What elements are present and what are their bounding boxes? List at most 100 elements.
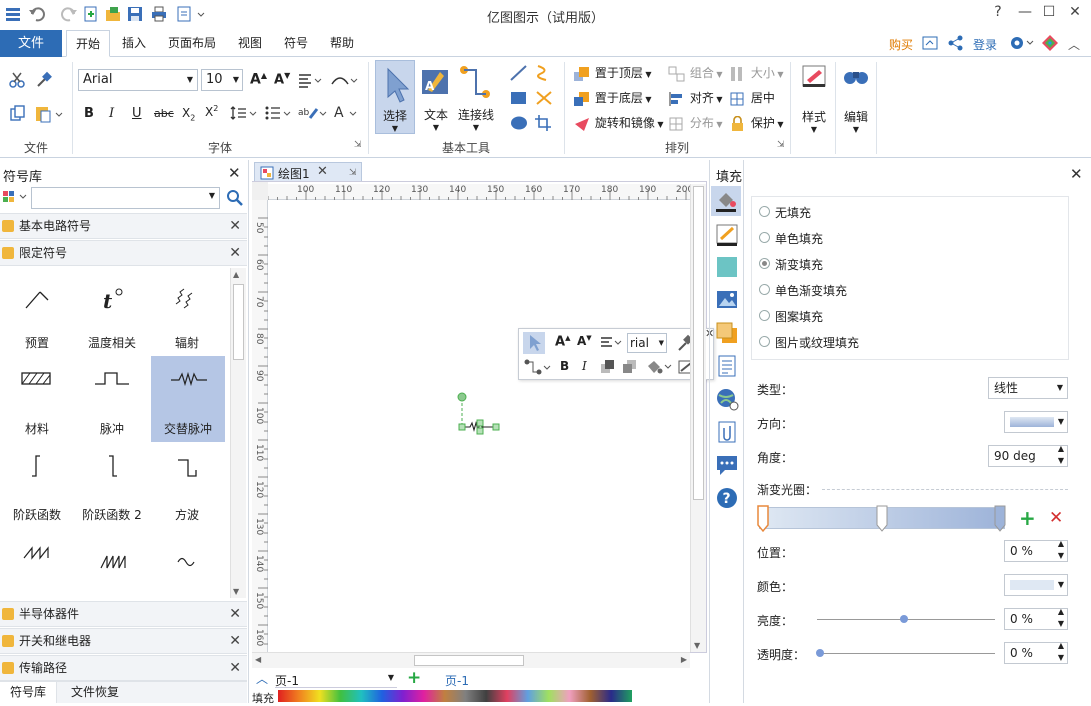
spinner-arrows-icon[interactable]: ▲ ▼ bbox=[1058, 640, 1064, 664]
minimize-button[interactable]: — bbox=[1012, 4, 1038, 24]
distribute-button[interactable]: 分布 ▼ bbox=[668, 114, 723, 132]
mini-bring-front-icon[interactable] bbox=[600, 359, 618, 375]
mini-increase-font-icon[interactable]: A▲ bbox=[555, 334, 570, 349]
rotate-mirror-button[interactable]: 旋转和镜像 ▼ bbox=[573, 114, 664, 132]
position-spinner[interactable]: 0 % ▲ ▼ bbox=[1004, 538, 1068, 562]
help-icon[interactable]: ? bbox=[715, 486, 739, 510]
align-button[interactable]: 对齐 ▼ bbox=[668, 89, 723, 107]
add-gradient-stop-icon[interactable]: + bbox=[1019, 508, 1036, 528]
scrollbar-thumb[interactable] bbox=[233, 284, 244, 360]
collapse-ribbon-icon[interactable]: ︿ bbox=[1068, 36, 1080, 53]
mini-fill-bucket-icon[interactable] bbox=[645, 359, 675, 375]
scroll-right-arrow-icon[interactable]: ▶ bbox=[681, 655, 687, 664]
page-select[interactable]: 页-1 ▼ bbox=[275, 672, 397, 688]
text-highlight-icon[interactable]: ab bbox=[298, 104, 328, 122]
maximize-button[interactable]: ☐ bbox=[1036, 4, 1062, 24]
symbol-radiation[interactable]: 辐射 bbox=[150, 270, 224, 356]
document-tab[interactable]: 绘图1 ✕ bbox=[254, 162, 362, 183]
symbol-alternating-pulse[interactable]: 交替脉冲 bbox=[151, 356, 225, 442]
transparency-spinner[interactable]: 0 % ▲ ▼ bbox=[1004, 640, 1068, 664]
radio-button-selected[interactable] bbox=[759, 258, 770, 269]
radio-button[interactable] bbox=[759, 310, 770, 321]
selected-alternating-pulse-shape[interactable] bbox=[455, 390, 505, 440]
line-height-icon[interactable] bbox=[230, 105, 260, 121]
close-panel-icon[interactable]: ✕ bbox=[228, 164, 241, 182]
connector-tool-button[interactable]: 连接线 ▼ bbox=[456, 60, 496, 134]
scrollbar-thumb[interactable] bbox=[693, 186, 704, 500]
tab-view[interactable]: 视图 bbox=[230, 30, 270, 57]
close-fill-panel-icon[interactable]: ✕ bbox=[1070, 165, 1083, 183]
mini-select-icon[interactable] bbox=[523, 332, 545, 354]
direction-select[interactable]: ▼ bbox=[1004, 411, 1068, 433]
symbol-preset[interactable]: 预置 bbox=[0, 270, 74, 356]
tab-dialog-launcher-icon[interactable]: ⇲ bbox=[349, 168, 357, 178]
close-window-button[interactable]: ✕ bbox=[1062, 4, 1088, 24]
radio-button[interactable] bbox=[759, 284, 770, 295]
select-tool-button[interactable]: 选择 ▼ bbox=[375, 60, 415, 134]
superscript-icon[interactable]: X2 bbox=[205, 104, 218, 119]
style-button[interactable]: 样式 ▼ bbox=[797, 62, 831, 148]
remove-gradient-stop-icon[interactable]: ✕ bbox=[1049, 508, 1063, 528]
scroll-down-arrow-icon[interactable]: ▼ bbox=[694, 641, 700, 650]
angle-spinner[interactable]: 90 deg ▲ ▼ bbox=[988, 443, 1068, 467]
crop-tool-icon[interactable] bbox=[534, 114, 554, 132]
tab-help[interactable]: 帮助 bbox=[322, 30, 362, 57]
text-tool-button[interactable]: A 文本 ▼ bbox=[418, 60, 454, 134]
bullet-list-icon[interactable] bbox=[264, 105, 294, 121]
spinner-arrows-icon[interactable]: ▲ ▼ bbox=[1058, 538, 1064, 562]
mini-bold-icon[interactable]: B bbox=[560, 359, 569, 373]
close-category-icon[interactable]: ✕ bbox=[229, 656, 241, 680]
radio-button[interactable] bbox=[759, 206, 770, 217]
symbol-sawtooth-2[interactable] bbox=[75, 528, 149, 598]
save-icon[interactable] bbox=[126, 5, 146, 25]
canvas-vertical-scrollbar[interactable]: ▼ bbox=[690, 184, 706, 652]
underline-icon[interactable]: U bbox=[132, 106, 142, 121]
buy-link[interactable]: 购买 bbox=[889, 36, 913, 53]
print-icon[interactable] bbox=[150, 5, 170, 25]
document-properties-icon[interactable] bbox=[715, 354, 739, 378]
redo-icon[interactable] bbox=[58, 5, 78, 25]
close-category-icon[interactable]: ✕ bbox=[229, 241, 241, 265]
cut-scissors-icon[interactable] bbox=[8, 70, 28, 90]
login-link[interactable]: 登录 bbox=[973, 36, 997, 53]
app-menu-icon[interactable] bbox=[4, 5, 24, 25]
symbol-search-input[interactable]: ▼ bbox=[31, 187, 220, 209]
fill-color-palette[interactable] bbox=[278, 690, 632, 702]
comment-icon[interactable] bbox=[715, 453, 739, 477]
symbol-step-function-2[interactable]: 阶跃函数 2 bbox=[75, 442, 149, 528]
gradient-type-select[interactable]: 线性 ▼ bbox=[988, 377, 1068, 399]
radio-button[interactable] bbox=[759, 336, 770, 347]
image-panel-icon[interactable] bbox=[715, 288, 739, 312]
bring-to-front-button[interactable]: 置于顶层 ▼ bbox=[573, 64, 652, 82]
help-question-icon[interactable]: ? bbox=[985, 4, 1011, 24]
paste-icon[interactable] bbox=[34, 104, 64, 124]
mini-decrease-font-icon[interactable]: A▼ bbox=[577, 334, 592, 348]
font-color-icon[interactable]: A bbox=[334, 104, 360, 122]
symbol-material[interactable]: 材料 bbox=[0, 356, 74, 442]
mini-italic-icon[interactable]: I bbox=[582, 359, 587, 373]
export-icon[interactable] bbox=[176, 5, 205, 25]
close-tab-icon[interactable]: ✕ bbox=[317, 164, 328, 179]
ellipse-tool-icon[interactable] bbox=[509, 114, 529, 132]
symbol-sine-wave[interactable] bbox=[150, 528, 224, 598]
symbol-pulse[interactable]: 脉冲 bbox=[75, 356, 149, 442]
transparency-slider-thumb[interactable] bbox=[816, 649, 824, 657]
send-to-back-button[interactable]: 置于底层 ▼ bbox=[573, 89, 652, 107]
line-tool-icon[interactable] bbox=[509, 64, 529, 82]
tab-insert[interactable]: 插入 bbox=[114, 30, 154, 57]
curve-tool-icon[interactable] bbox=[534, 64, 554, 82]
scroll-up-arrow-icon[interactable]: ▲ bbox=[233, 270, 239, 279]
scrollbar-thumb[interactable] bbox=[414, 655, 524, 666]
arrange-dialog-launcher-icon[interactable]: ⇲ bbox=[777, 140, 785, 150]
add-page-icon[interactable]: + bbox=[407, 668, 421, 688]
tab-symbol-library[interactable]: 符号库 bbox=[0, 682, 57, 703]
new-file-icon[interactable] bbox=[82, 5, 102, 25]
italic-icon[interactable]: I bbox=[109, 106, 114, 121]
spinner-arrows-icon[interactable]: ▲ ▼ bbox=[1058, 443, 1064, 467]
mini-align-icon[interactable] bbox=[600, 336, 624, 350]
increase-font-icon[interactable]: A▲ bbox=[250, 71, 267, 88]
mini-font-select[interactable]: rial ▼ bbox=[627, 333, 667, 353]
brightness-spinner[interactable]: 0 % ▲ ▼ bbox=[1004, 607, 1068, 630]
size-button[interactable]: 大小 ▼ bbox=[729, 64, 784, 82]
open-file-icon[interactable] bbox=[104, 5, 124, 25]
